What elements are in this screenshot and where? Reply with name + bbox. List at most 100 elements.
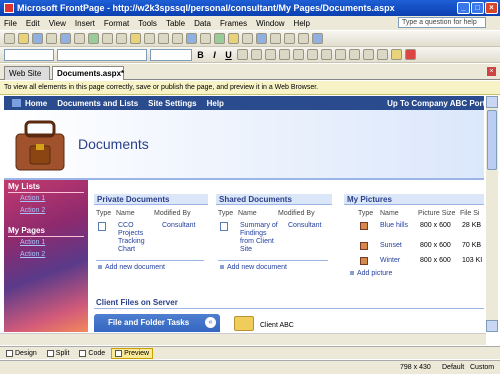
insert-layer-icon[interactable]: [214, 33, 225, 44]
publish-icon[interactable]: [46, 33, 57, 44]
split-view-tab[interactable]: Split: [43, 348, 74, 359]
italic-icon[interactable]: I: [209, 50, 220, 60]
nav-help-link[interactable]: Help: [207, 99, 224, 108]
help-search-input[interactable]: Type a question for help: [398, 17, 486, 28]
cut-icon[interactable]: [102, 33, 113, 44]
col-picture-size[interactable]: Picture Size: [418, 210, 455, 217]
close-tab-icon[interactable]: ×: [487, 67, 496, 76]
align-left-icon[interactable]: [237, 49, 248, 60]
shared-doc-modified[interactable]: Consultant: [288, 222, 321, 230]
menu-table[interactable]: Table: [166, 19, 185, 28]
scroll-up-button[interactable]: [486, 96, 498, 108]
style-dropdown[interactable]: [4, 48, 54, 61]
add-private-document-link[interactable]: Add new document: [98, 264, 165, 271]
size-dropdown[interactable]: [150, 48, 192, 61]
increase-indent-icon[interactable]: [363, 49, 374, 60]
custom-mode[interactable]: Custom: [470, 364, 494, 371]
menu-help[interactable]: Help: [294, 19, 310, 28]
shared-documents-title[interactable]: Shared Documents: [216, 194, 332, 205]
preview-view-tab[interactable]: Preview: [111, 347, 154, 359]
nav-home-link[interactable]: Home: [25, 99, 47, 108]
menu-frames[interactable]: Frames: [220, 19, 247, 28]
menu-edit[interactable]: Edit: [26, 19, 40, 28]
font-color-icon[interactable]: [405, 49, 416, 60]
my-pages-action-1[interactable]: Action 1: [20, 239, 45, 246]
undo-icon[interactable]: [158, 33, 169, 44]
menu-format[interactable]: Format: [104, 19, 129, 28]
menu-tools[interactable]: Tools: [138, 19, 157, 28]
show-all-icon[interactable]: [298, 33, 309, 44]
insert-table-icon[interactable]: [200, 33, 211, 44]
scroll-down-button[interactable]: [486, 320, 498, 332]
my-pictures-title[interactable]: My Pictures: [344, 194, 484, 205]
code-view-tab[interactable]: Code: [75, 348, 109, 359]
col-modified-by[interactable]: Modified By: [154, 210, 191, 217]
vertical-scrollbar[interactable]: [486, 96, 498, 332]
picture-link[interactable]: Blue hills: [380, 222, 408, 230]
open-icon[interactable]: [18, 33, 29, 44]
print-icon[interactable]: [60, 33, 71, 44]
nav-documents-lists-link[interactable]: Documents and Lists: [57, 99, 138, 108]
new-page-icon[interactable]: [4, 33, 15, 44]
numbering-icon[interactable]: [321, 49, 332, 60]
hyperlink-icon[interactable]: [256, 33, 267, 44]
drawing-icon[interactable]: [242, 33, 253, 44]
tab-web-site[interactable]: Web Site: [4, 66, 50, 80]
save-icon[interactable]: [32, 33, 43, 44]
insert-picture-icon[interactable]: [228, 33, 239, 44]
up-to-portal-link[interactable]: Up To Company ABC Portal: [387, 99, 484, 108]
my-lists-action-1[interactable]: Action 1: [20, 195, 45, 202]
picture-link[interactable]: Winter: [380, 257, 400, 265]
menu-window[interactable]: Window: [256, 19, 284, 28]
decrease-indent-icon[interactable]: [349, 49, 360, 60]
menu-data[interactable]: Data: [194, 19, 211, 28]
horizontal-scrollbar[interactable]: [0, 333, 486, 345]
col-file-size[interactable]: File Si: [460, 210, 479, 217]
menu-file[interactable]: File: [4, 19, 17, 28]
col-type[interactable]: Type: [218, 210, 233, 217]
col-name[interactable]: Name: [238, 210, 257, 217]
refresh-icon[interactable]: [270, 33, 281, 44]
picture-link[interactable]: Sunset: [380, 242, 402, 250]
page-dimensions[interactable]: 798 x 430: [400, 364, 431, 371]
collapse-icon[interactable]: «: [205, 317, 216, 328]
redo-icon[interactable]: [172, 33, 183, 44]
my-pages-action-2[interactable]: Action 2: [20, 251, 45, 258]
folder-icon[interactable]: [234, 316, 254, 331]
menu-insert[interactable]: Insert: [75, 19, 95, 28]
col-type[interactable]: Type: [96, 210, 111, 217]
scroll-thumb[interactable]: [487, 110, 497, 170]
align-right-icon[interactable]: [265, 49, 276, 60]
schema-mode[interactable]: Default: [442, 364, 464, 371]
col-name[interactable]: Name: [380, 210, 399, 217]
paste-icon[interactable]: [130, 33, 141, 44]
minimize-button[interactable]: _: [457, 2, 470, 14]
add-shared-document-link[interactable]: Add new document: [220, 264, 287, 271]
file-folder-tasks-panel[interactable]: File and Folder Tasks «: [94, 314, 220, 332]
font-dropdown[interactable]: [57, 48, 147, 61]
bold-icon[interactable]: B: [195, 50, 206, 60]
tab-documents[interactable]: Documents.aspx*: [52, 66, 124, 80]
private-doc-modified[interactable]: Consultant: [162, 222, 195, 230]
help-icon[interactable]: [312, 33, 323, 44]
format-painter-icon[interactable]: [144, 33, 155, 44]
align-center-icon[interactable]: [251, 49, 262, 60]
shared-doc-link[interactable]: Summary of Findings from Client Site: [240, 222, 282, 254]
highlight-icon[interactable]: [391, 49, 402, 60]
decrease-font-icon[interactable]: [307, 49, 318, 60]
close-button[interactable]: ×: [485, 2, 498, 14]
add-picture-link[interactable]: Add picture: [350, 270, 392, 277]
design-view-tab[interactable]: Design: [2, 348, 41, 359]
underline-icon[interactable]: U: [223, 50, 234, 60]
private-doc-link[interactable]: CCO Projects Tracking Chart: [118, 222, 154, 254]
client-files-title[interactable]: Client Files on Server: [96, 298, 178, 307]
nav-site-settings-link[interactable]: Site Settings: [148, 99, 196, 108]
web-component-icon[interactable]: [186, 33, 197, 44]
spelling-icon[interactable]: [88, 33, 99, 44]
stop-icon[interactable]: [284, 33, 295, 44]
copy-icon[interactable]: [116, 33, 127, 44]
preview-icon[interactable]: [74, 33, 85, 44]
my-lists-action-2[interactable]: Action 2: [20, 207, 45, 214]
bullets-icon[interactable]: [335, 49, 346, 60]
menu-view[interactable]: View: [49, 19, 66, 28]
